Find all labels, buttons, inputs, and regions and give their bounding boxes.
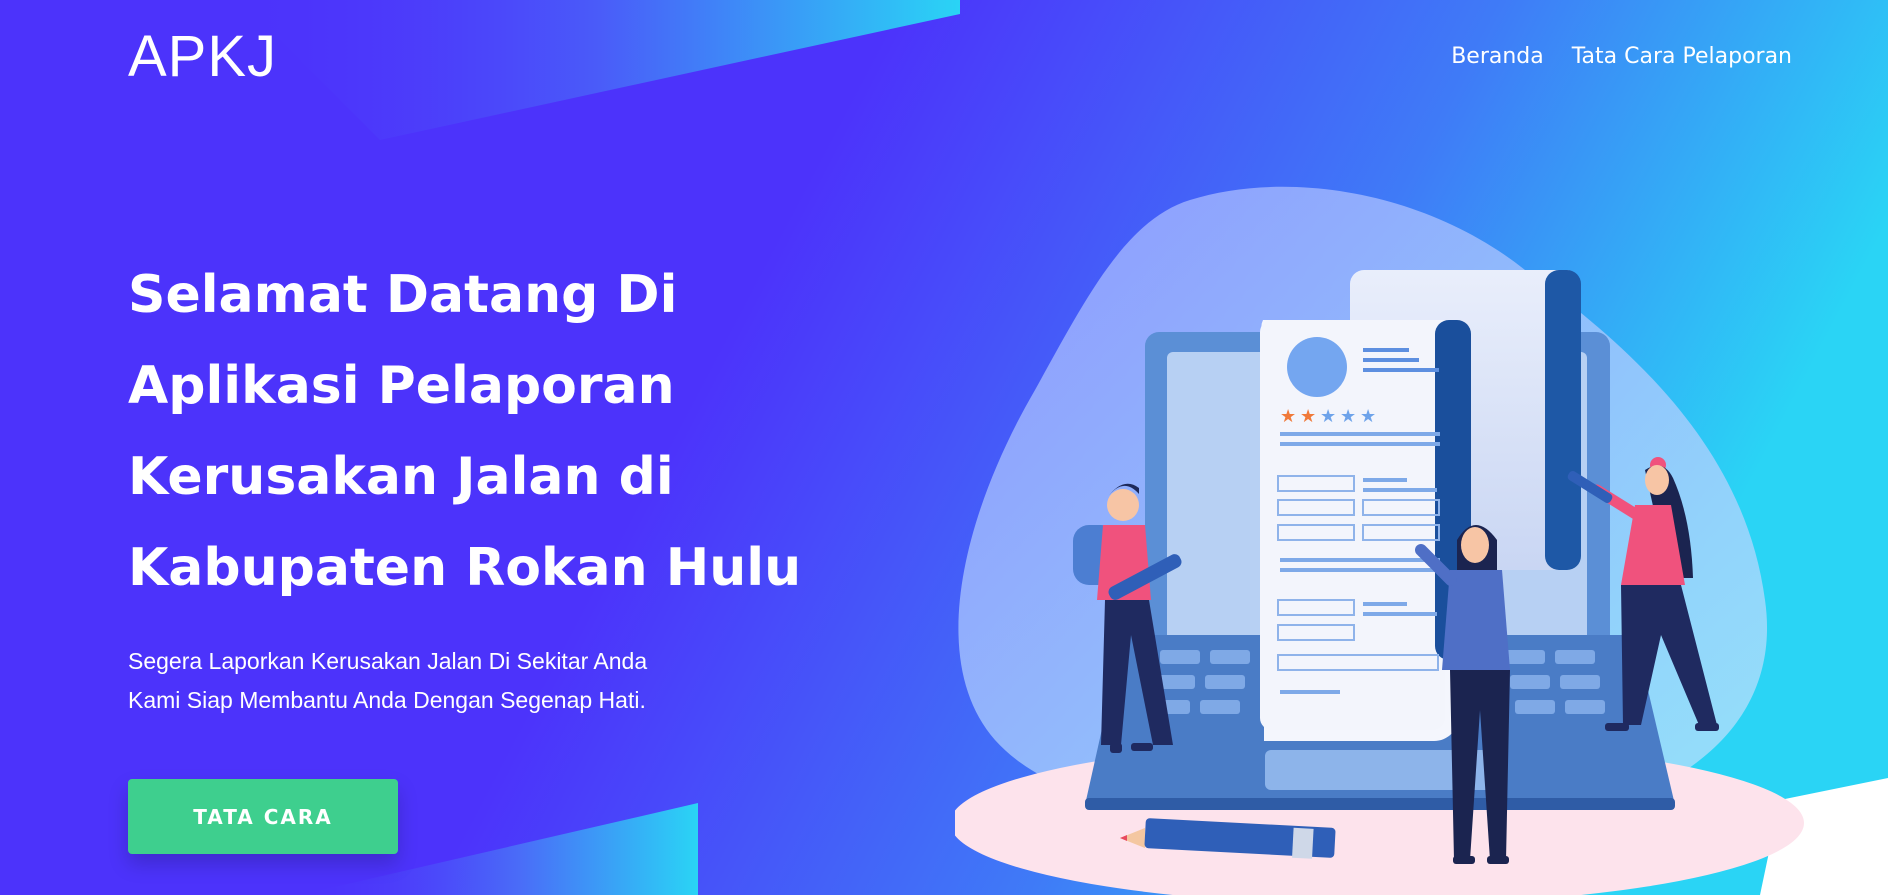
svg-text:★: ★ <box>1340 406 1356 427</box>
hero-subtitle-line-2: Kami Siap Membantu Anda Dengan Segenap H… <box>128 687 646 713</box>
svg-text:★: ★ <box>1320 406 1336 427</box>
tata-cara-button[interactable]: TATA CARA <box>128 779 398 854</box>
svg-text:★: ★ <box>1280 406 1296 427</box>
hero-subtitle-line-1: Segera Laporkan Kerusakan Jalan Di Sekit… <box>128 648 648 674</box>
svg-text:★: ★ <box>1360 406 1376 427</box>
svg-text:★: ★ <box>1300 406 1316 427</box>
nav-link-beranda[interactable]: Beranda <box>1451 44 1544 69</box>
nav-link-tata-cara-pelaporan[interactable]: Tata Cara Pelaporan <box>1572 44 1792 69</box>
hero-title: Selamat Datang Di Aplikasi Pelaporan Ker… <box>128 265 802 598</box>
hero-subtitle: Segera Laporkan Kerusakan Jalan Di Sekit… <box>128 642 748 720</box>
report-illustration: ★ ★ ★ ★ ★ <box>955 186 1804 895</box>
brand-logo[interactable]: APKJ <box>128 22 277 92</box>
main-nav: Beranda Tata Cara Pelaporan <box>1451 44 1792 69</box>
